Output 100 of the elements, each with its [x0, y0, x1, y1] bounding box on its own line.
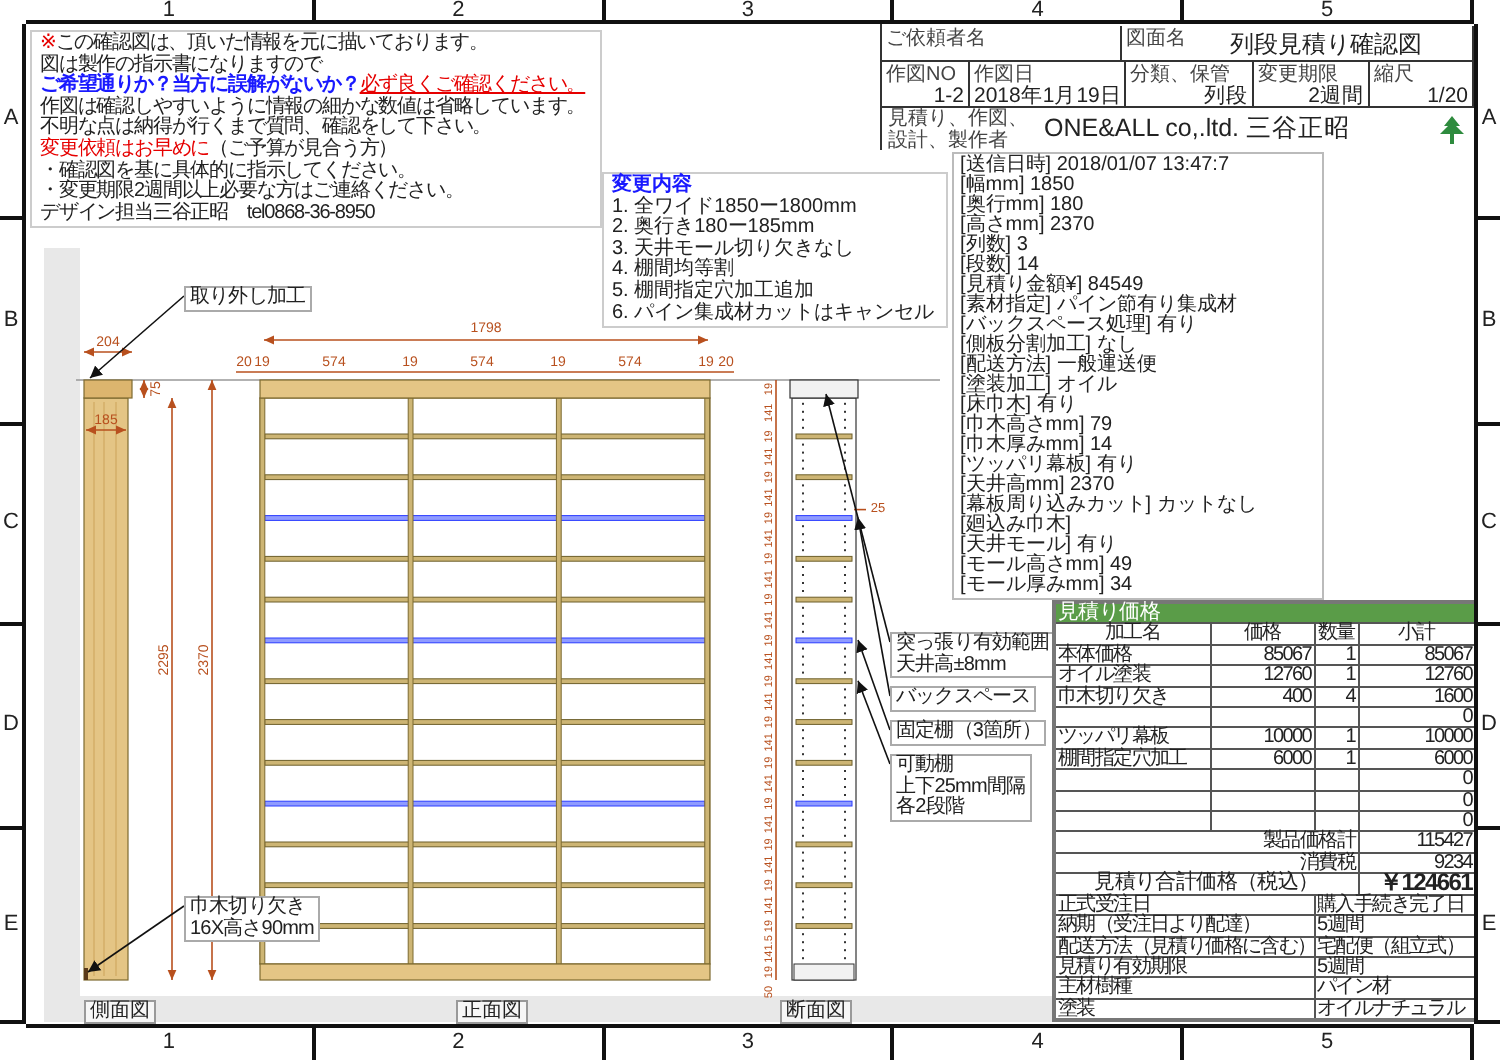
field-label: 見積り、作図、設計、製作者: [888, 106, 1030, 152]
note-line: デザイン担当三谷正昭 tel0868-36-8950: [40, 203, 377, 225]
column-header: 価格: [1210, 623, 1314, 645]
field-value: 2週間: [1306, 86, 1364, 108]
column-number: 1: [26, 0, 316, 20]
row-letter: E: [0, 830, 22, 1024]
change-item: 3. 天井モール切り欠きなし: [612, 239, 857, 260]
field-label: 作図NO: [886, 62, 958, 86]
note-line: ・確認図を基に具体的に指示してください。: [40, 161, 417, 182]
row-letter: A: [1478, 24, 1500, 220]
spec-line: [巾木厚みmm] 14: [960, 436, 1113, 456]
callout-label: バックスペース: [890, 686, 1037, 711]
table-cell: 6000: [1358, 748, 1474, 770]
spec-line: [塗装加工] オイル: [960, 376, 1119, 396]
spec-line: [奥行mm] 180: [960, 196, 1086, 216]
table-cell: 85067: [1210, 644, 1314, 666]
spec-line: [列数] 3: [960, 236, 1028, 256]
table-cell: 1: [1314, 644, 1358, 666]
column-number: 2: [315, 0, 606, 20]
change-item: 2. 奥行き180ー185mm: [612, 218, 817, 239]
table-cell: 4: [1314, 686, 1358, 708]
spec-line: [床巾木] 有り: [960, 396, 1077, 416]
table-cell: 12760: [1358, 665, 1474, 687]
spec-line: [幅mm] 1850: [960, 176, 1077, 196]
spec-line: [高さmm] 2370: [960, 216, 1097, 236]
callout-label: 取り外し加工: [184, 286, 312, 311]
column-header: 小計: [1358, 623, 1474, 645]
row-letter: D: [0, 626, 22, 830]
column-number: 3: [605, 1028, 895, 1060]
spec-line: [バックスペース処理] 有り: [960, 316, 1199, 336]
table-cell: パイン材: [1314, 977, 1474, 999]
row-letter: B: [0, 220, 22, 426]
field-label: ご依頼者名: [886, 26, 988, 50]
spec-line: [天井高mm] 2370: [960, 476, 1117, 496]
maker-name: ONE&ALL co,.ltd. 三谷正昭: [1044, 115, 1350, 143]
table-cell: オイル塗装: [1054, 665, 1210, 687]
table-cell: 棚間指定穴加工: [1054, 748, 1210, 770]
field-value: 1-2: [931, 86, 964, 108]
column-header: 数量: [1314, 623, 1358, 645]
spec-line: [送信日時] 2018/01/07 13:47:7: [960, 156, 1232, 176]
table-cell: 400: [1210, 686, 1314, 708]
table-cell: 購入手続き完了日: [1314, 894, 1474, 916]
spec-line: [ツッパリ幕板] 有り: [960, 456, 1139, 476]
table-cell: 本体価格: [1054, 644, 1210, 666]
column-number: 2: [315, 1028, 606, 1060]
change-item: 6. パイン集成材カットはキャンセル: [612, 303, 937, 325]
dimension-line: [139, 379, 149, 399]
spec-line: [素材指定] パイン節有り集成材: [960, 296, 1239, 316]
table-cell: 5週間: [1314, 956, 1474, 978]
table-cell: ツッパリ幕板: [1054, 727, 1210, 749]
note-line: 不明な点は納得が行くまで質問、確認をして下さい。: [40, 118, 494, 139]
leader-line: [89, 295, 185, 379]
column-number: 5: [1184, 1028, 1474, 1060]
table-cell: 0: [1358, 769, 1474, 791]
spec-line: [巾木高さmm] 79: [960, 416, 1115, 436]
row-letter: B: [1478, 220, 1500, 426]
field-label: 図面名: [1126, 26, 1186, 50]
callout-label: 固定棚（3箇所）: [890, 720, 1047, 745]
column-header: 加工名: [1054, 623, 1210, 645]
leader-line: [87, 905, 185, 973]
column-number: 4: [894, 0, 1185, 20]
drawing-name: 列段見積り確認図: [1230, 28, 1422, 62]
field-value: 2018年1月19日: [974, 86, 1120, 108]
field-label: 作図日: [974, 62, 1034, 86]
table-cell: 1: [1314, 748, 1358, 770]
change-item: 5. 棚間指定穴加工追加: [612, 281, 817, 302]
dimension-line: [83, 347, 133, 357]
spec-line: [段数] 14: [960, 256, 1039, 276]
field-value: 列段: [1202, 86, 1248, 108]
change-item: 4. 棚間均等割: [612, 260, 735, 281]
spec-line: [天井モール] 有り: [960, 536, 1119, 556]
column-number: 4: [894, 1028, 1185, 1060]
note-line: 変更依頼はお早めに（ご予算が見合う方）: [40, 139, 400, 160]
view-title: 正面図: [456, 1000, 528, 1024]
table-cell: 6000: [1210, 748, 1314, 770]
note-line: ※この確認図は、頂いた情報を元に描いております。: [40, 34, 490, 54]
spec-line: [幕板周り込みカット] カットなし: [960, 496, 1259, 516]
column-number: 5: [1184, 0, 1474, 20]
table-title: 見積り価格: [1054, 602, 1474, 624]
table-cell: 主材樹種: [1054, 977, 1314, 999]
table-cell: 0: [1358, 790, 1474, 812]
field-label: 縮尺: [1374, 62, 1416, 86]
callout-label: 突っ張り有効範囲 天井高±8mm: [890, 632, 1056, 678]
table-cell: 宅配便（組立式）: [1314, 936, 1474, 957]
table-cell: 1: [1314, 727, 1358, 749]
table-cell: 配送方法（見積り価格に含む）: [1054, 936, 1314, 957]
view-title: 断面図: [780, 1000, 852, 1024]
table-cell: 正式受注日: [1054, 894, 1314, 916]
note-line: ・変更期限2週間以上必要な方はご連絡ください。: [40, 182, 466, 203]
field-label: 変更期限: [1258, 62, 1338, 86]
callout-label: 巾木切り欠き 16X高さ90mm: [184, 896, 320, 942]
note-line: 図は製作の指示書になりますので: [40, 55, 323, 76]
table-cell: 巾木切り欠き: [1054, 686, 1210, 708]
table-cell: 115427: [1358, 831, 1474, 853]
spec-line: [モール厚みmm] 34: [960, 576, 1135, 596]
tree-logo-icon: [1436, 115, 1468, 143]
table-cell: 12760: [1210, 665, 1314, 687]
row-letter: C: [0, 426, 22, 626]
row-letter: D: [1478, 626, 1500, 830]
view-title: 側面図: [84, 1000, 156, 1024]
